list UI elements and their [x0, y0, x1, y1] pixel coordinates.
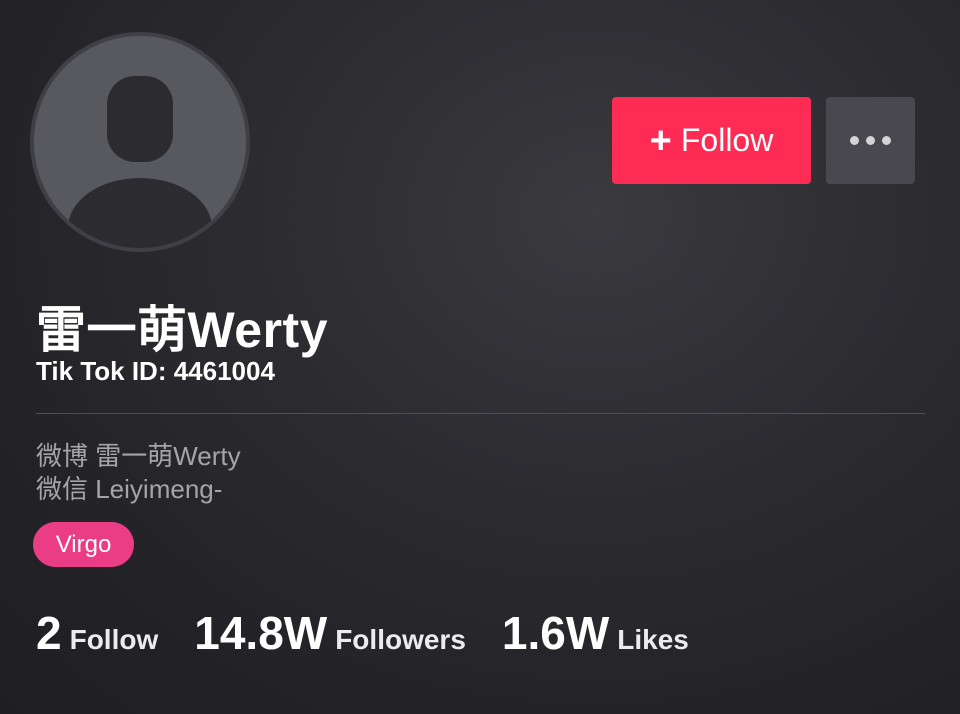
bio-line-weibo: 微博 雷一萌Werty: [36, 441, 241, 471]
more-dots-icon: [866, 136, 875, 145]
stat-likes: 1.6W Likes: [502, 606, 689, 660]
more-dots-icon: [850, 136, 859, 145]
follow-button-label: Follow: [680, 122, 774, 158]
bio: 微博 雷一萌Werty 微信 Leiyimeng-: [36, 440, 241, 506]
stat-followers[interactable]: 14.8W Followers: [194, 606, 466, 660]
stat-value: 14.8W: [194, 607, 328, 659]
more-options-button[interactable]: [826, 97, 915, 184]
more-dots-icon: [882, 136, 891, 145]
zodiac-tag: Virgo: [33, 522, 134, 567]
display-name: 雷一萌Werty: [36, 302, 329, 358]
stat-value: 2: [36, 607, 62, 659]
divider: [36, 413, 925, 414]
follow-button[interactable]: + Follow: [612, 97, 811, 184]
stat-label: Follow: [69, 624, 159, 655]
avatar[interactable]: [30, 32, 250, 252]
stat-following[interactable]: 2 Follow: [36, 606, 158, 660]
bio-line-wechat: 微信 Leiyimeng-: [36, 474, 223, 504]
default-avatar-icon: [68, 76, 212, 248]
plus-icon: +: [649, 119, 672, 162]
tiktok-id: Tik Tok ID: 4461004: [36, 356, 275, 386]
stat-value: 1.6W: [501, 607, 610, 659]
stat-label: Followers: [335, 624, 466, 655]
stat-label: Likes: [617, 624, 689, 655]
stats-row: 2 Follow 14.8W Followers 1.6W Likes: [36, 606, 725, 660]
